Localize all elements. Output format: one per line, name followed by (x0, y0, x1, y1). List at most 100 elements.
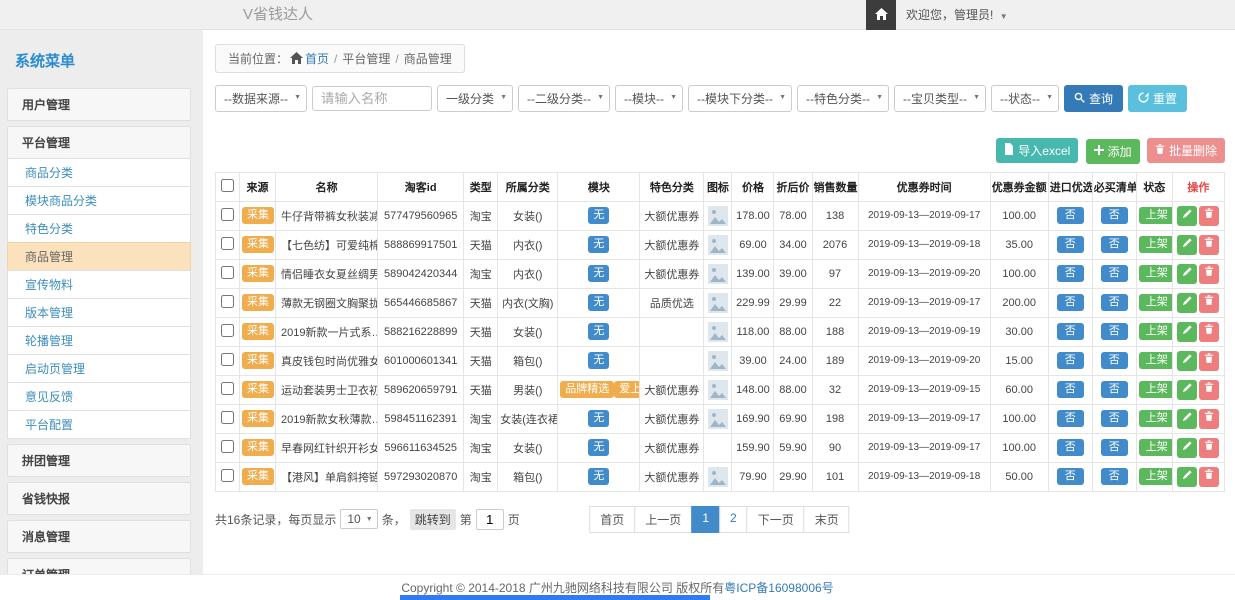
status-badge[interactable]: 上架 (1139, 410, 1173, 428)
import-optional-toggle[interactable]: 否 (1057, 207, 1084, 225)
must-buy-toggle[interactable]: 否 (1101, 236, 1128, 254)
row-checkbox[interactable] (221, 266, 234, 279)
delete-button[interactable] (1199, 438, 1219, 458)
sidebar-item-模块商品分类[interactable]: 模块商品分类 (7, 186, 191, 215)
import-optional-toggle[interactable]: 否 (1057, 236, 1084, 254)
page-button-首页[interactable]: 首页 (589, 506, 635, 533)
must-buy-toggle[interactable]: 否 (1101, 323, 1128, 341)
delete-button[interactable] (1199, 293, 1219, 313)
add-button[interactable]: 添加 (1086, 139, 1140, 164)
filter-select[interactable]: --宝贝类型--▼ (894, 85, 986, 112)
sidebar-item-宣传物料[interactable]: 宣传物料 (7, 270, 191, 299)
module-badge[interactable]: 无 (588, 439, 609, 457)
import-optional-toggle[interactable]: 否 (1057, 265, 1084, 283)
edit-button[interactable] (1177, 438, 1197, 458)
sidebar-item-消息管理[interactable]: 消息管理 (7, 520, 191, 553)
per-page-select[interactable]: 10 ▼ (340, 509, 377, 529)
jump-page-input[interactable] (476, 509, 504, 530)
import-optional-toggle[interactable]: 否 (1057, 439, 1084, 457)
module-badge[interactable]: 无 (588, 352, 609, 370)
import-optional-toggle[interactable]: 否 (1057, 381, 1084, 399)
import-optional-toggle[interactable]: 否 (1057, 323, 1084, 341)
edit-button[interactable] (1177, 380, 1197, 400)
edit-button[interactable] (1177, 206, 1197, 226)
sidebar-item-平台管理[interactable]: 平台管理 (7, 126, 191, 159)
edit-button[interactable] (1177, 409, 1197, 429)
delete-button[interactable] (1199, 235, 1219, 255)
name-search-input[interactable] (312, 86, 432, 111)
status-badge[interactable]: 上架 (1139, 265, 1173, 283)
delete-button[interactable] (1199, 351, 1219, 371)
page-button-下一页[interactable]: 下一页 (747, 506, 805, 533)
must-buy-toggle[interactable]: 否 (1101, 352, 1128, 370)
filter-select[interactable]: --特色分类--▼ (797, 85, 889, 112)
sidebar-item-用户管理[interactable]: 用户管理 (7, 88, 191, 121)
sidebar-item-拼团管理[interactable]: 拼团管理 (7, 444, 191, 477)
must-buy-toggle[interactable]: 否 (1101, 410, 1128, 428)
import-optional-toggle[interactable]: 否 (1057, 468, 1084, 486)
row-checkbox[interactable] (221, 353, 234, 366)
row-checkbox[interactable] (221, 440, 234, 453)
module-badge[interactable]: 无 (588, 468, 609, 486)
sidebar-item-商品分类[interactable]: 商品分类 (7, 158, 191, 187)
jump-button[interactable]: 跳转到 (410, 509, 456, 530)
edit-button[interactable] (1177, 293, 1197, 313)
edit-button[interactable] (1177, 235, 1197, 255)
breadcrumb-home-link[interactable]: 首页 (305, 52, 329, 66)
must-buy-toggle[interactable]: 否 (1101, 294, 1128, 312)
row-checkbox[interactable] (221, 469, 234, 482)
delete-button[interactable] (1199, 380, 1219, 400)
row-checkbox[interactable] (221, 237, 234, 250)
delete-button[interactable] (1199, 467, 1219, 487)
must-buy-toggle[interactable]: 否 (1101, 468, 1128, 486)
must-buy-toggle[interactable]: 否 (1101, 265, 1128, 283)
sidebar-item-商品管理[interactable]: 商品管理 (7, 242, 191, 271)
page-button-上一页[interactable]: 上一页 (634, 506, 692, 533)
status-badge[interactable]: 上架 (1139, 439, 1173, 457)
import-optional-toggle[interactable]: 否 (1057, 352, 1084, 370)
filter-select[interactable]: --二级分类--▼ (518, 85, 610, 112)
home-button[interactable] (866, 0, 896, 30)
import-optional-toggle[interactable]: 否 (1057, 294, 1084, 312)
import-excel-button[interactable]: 导入excel (996, 138, 1078, 163)
status-badge[interactable]: 上架 (1139, 236, 1173, 254)
select-all-checkbox[interactable] (221, 179, 234, 192)
module-badge[interactable]: 无 (588, 265, 609, 283)
row-checkbox[interactable] (221, 208, 234, 221)
sidebar-item-平台配置[interactable]: 平台配置 (7, 410, 191, 439)
row-checkbox[interactable] (221, 324, 234, 337)
status-badge[interactable]: 上架 (1139, 294, 1173, 312)
status-badge[interactable]: 上架 (1139, 468, 1173, 486)
reset-button[interactable]: 重置 (1128, 85, 1187, 112)
bottom-scrollbar[interactable] (400, 595, 710, 600)
query-button[interactable]: 查询 (1064, 85, 1123, 112)
sidebar-item-版本管理[interactable]: 版本管理 (7, 298, 191, 327)
must-buy-toggle[interactable]: 否 (1101, 207, 1128, 225)
module-badge[interactable]: 无 (588, 323, 609, 341)
must-buy-toggle[interactable]: 否 (1101, 439, 1128, 457)
status-badge[interactable]: 上架 (1139, 381, 1173, 399)
icp-link[interactable]: 粤ICP备16098006号 (724, 581, 833, 595)
filter-select[interactable]: --状态--▼ (991, 85, 1059, 112)
delete-button[interactable] (1199, 322, 1219, 342)
batch-delete-button[interactable]: 批量删除 (1147, 138, 1225, 163)
page-button-2[interactable]: 2 (719, 506, 748, 533)
module-badge[interactable]: 爱上运动 (614, 381, 640, 399)
filter-select[interactable]: --数据来源--▼ (215, 85, 307, 112)
row-checkbox[interactable] (221, 411, 234, 424)
sidebar-item-轮播管理[interactable]: 轮播管理 (7, 326, 191, 355)
status-badge[interactable]: 上架 (1139, 323, 1173, 341)
sidebar-item-意见反馈[interactable]: 意见反馈 (7, 382, 191, 411)
sidebar-item-省钱快报[interactable]: 省钱快报 (7, 482, 191, 515)
module-badge[interactable]: 无 (588, 236, 609, 254)
module-badge[interactable]: 无 (588, 294, 609, 312)
edit-button[interactable] (1177, 467, 1197, 487)
page-button-1[interactable]: 1 (691, 506, 720, 533)
filter-select[interactable]: --模块下分类--▼ (688, 85, 792, 112)
filter-select[interactable]: 一级分类▼ (437, 85, 513, 112)
sidebar-item-特色分类[interactable]: 特色分类 (7, 214, 191, 243)
delete-button[interactable] (1199, 264, 1219, 284)
page-button-末页[interactable]: 末页 (804, 506, 850, 533)
import-optional-toggle[interactable]: 否 (1057, 410, 1084, 428)
user-dropdown[interactable]: 欢迎您，管理员! ▼ (906, 0, 1008, 32)
